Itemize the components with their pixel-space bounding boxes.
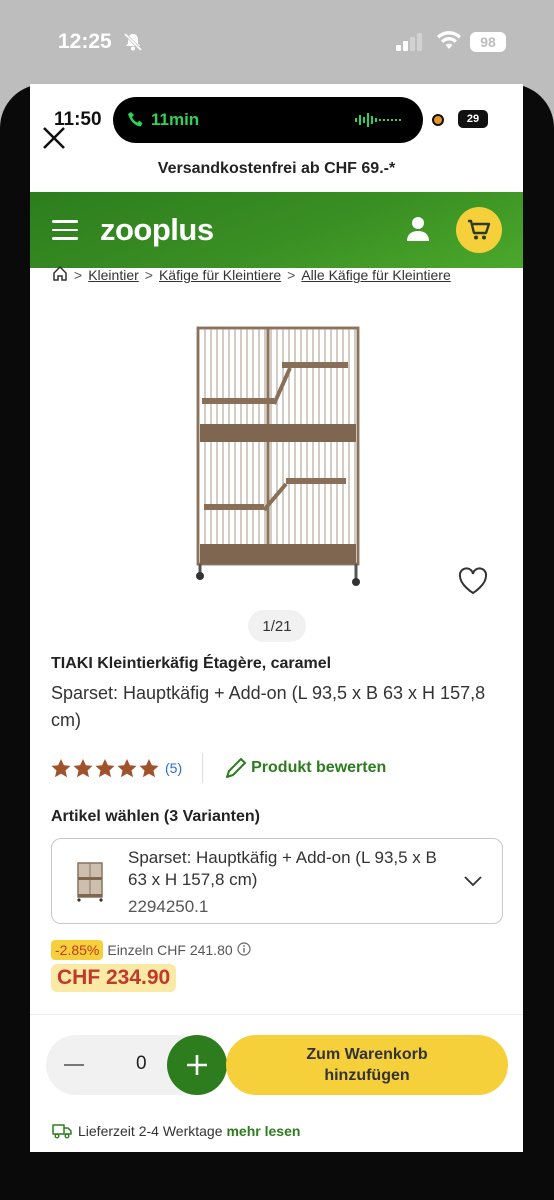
variant-sku: 2294250.1 xyxy=(128,897,209,916)
audio-wave-icon xyxy=(355,113,401,127)
star-icon xyxy=(139,758,159,777)
heart-icon[interactable] xyxy=(458,567,488,600)
cart-button[interactable] xyxy=(456,207,502,253)
recording-dot xyxy=(432,114,444,126)
chevron-right-icon: > xyxy=(287,267,296,283)
user-icon[interactable] xyxy=(406,216,430,247)
info-icon[interactable] xyxy=(237,941,251,959)
embedded-screenshot: 11:50 11min 29 Versandkostenfrei ab CHF … xyxy=(30,84,523,1152)
add-to-cart-button[interactable]: Zum Warenkorb hinzufügen xyxy=(226,1035,508,1095)
quantity-stepper: 0 xyxy=(46,1035,227,1095)
breadcrumb-kleintier[interactable]: Kleintier xyxy=(88,267,139,283)
star-icon xyxy=(95,758,115,777)
plus-icon xyxy=(187,1055,207,1075)
discount-badge: -2.85% xyxy=(51,940,104,960)
increase-quantity-button[interactable] xyxy=(167,1035,227,1095)
product-title: TIAKI Kleintierkäfig Étagère, caramel xyxy=(51,655,332,672)
menu-icon[interactable] xyxy=(52,220,78,240)
rating-count[interactable]: (5) xyxy=(165,760,182,776)
product-subtitle: Sparset: Hauptkäfig + Add-on (L 93,5 x B… xyxy=(51,683,486,730)
zooplus-logo[interactable]: zooplus xyxy=(100,212,214,248)
breadcrumb-kaefige[interactable]: Käfige für Kleintiere xyxy=(159,267,281,283)
star-icon xyxy=(117,758,137,777)
inner-status-bar: 11:50 11min 29 xyxy=(30,84,523,156)
delivery-info: Lieferzeit 2-4 Werktage mehr lesen xyxy=(52,1123,300,1139)
close-icon xyxy=(43,127,65,149)
variant-thumbnail xyxy=(76,861,104,908)
read-more-link[interactable]: mehr lesen xyxy=(226,1123,300,1139)
rating-stars[interactable] xyxy=(51,758,159,778)
bell-muted-icon xyxy=(122,31,144,53)
review-link-label: Produkt bewerten xyxy=(251,759,387,776)
site-header: zooplus xyxy=(30,192,523,268)
battery-indicator: 98 xyxy=(470,32,506,52)
divider xyxy=(202,753,204,783)
chevron-right-icon: > xyxy=(74,267,83,283)
variant-name: Sparset: Hauptkäfig + Add-on (L 93,5 x B… xyxy=(128,848,437,889)
call-duration: 11min xyxy=(151,110,200,129)
cart-icon xyxy=(468,219,491,240)
delivery-text: Lieferzeit 2-4 Werktage xyxy=(78,1123,223,1139)
pencil-icon xyxy=(226,758,247,778)
phone-icon xyxy=(128,112,143,127)
outer-status-bar: 12:25 98 xyxy=(0,0,554,84)
price-row: -2.85% Einzeln CHF 241.80 xyxy=(51,940,251,960)
signal-icon xyxy=(396,33,424,56)
single-price: Einzeln CHF 241.80 xyxy=(107,942,233,958)
rating-row: (5) Produkt bewerten xyxy=(51,752,386,784)
gallery-pager: 1/21 xyxy=(248,610,306,642)
breadcrumb: > Kleintier > Käfige für Kleintiere > Al… xyxy=(52,265,451,284)
variant-label: Artikel wählen (3 Varianten) xyxy=(51,808,260,825)
star-icon xyxy=(51,758,71,777)
inner-battery: 29 xyxy=(458,110,488,128)
add-to-cart-label-line1: Zum Warenkorb xyxy=(306,1046,428,1063)
call-pill[interactable]: 11min xyxy=(113,97,423,143)
product-image[interactable] xyxy=(190,322,362,595)
review-product-link[interactable]: Produkt bewerten xyxy=(223,755,386,781)
chevron-right-icon: > xyxy=(144,267,153,283)
close-button[interactable] xyxy=(34,118,74,158)
product-price: CHF 234.90 xyxy=(51,964,177,992)
variant-select[interactable]: Sparset: Hauptkäfig + Add-on (L 93,5 x B… xyxy=(51,838,503,924)
truck-icon xyxy=(52,1124,72,1139)
wifi-icon xyxy=(436,31,462,56)
star-icon xyxy=(73,758,93,777)
chevron-down-icon xyxy=(464,873,482,891)
purchase-bar: 0 Zum Warenkorb hinzufügen Lieferzeit 2-… xyxy=(30,1014,523,1152)
breadcrumb-alle-kaefige[interactable]: Alle Käfige für Kleintiere xyxy=(301,267,450,283)
home-icon[interactable] xyxy=(52,265,68,284)
outer-clock: 12:25 xyxy=(58,30,112,53)
add-to-cart-label-line2: hinzufügen xyxy=(324,1067,410,1084)
shipping-banner: Versandkostenfrei ab CHF 69.-* xyxy=(157,160,396,177)
minus-icon[interactable] xyxy=(62,1053,86,1077)
quantity-value[interactable]: 0 xyxy=(136,1053,147,1075)
